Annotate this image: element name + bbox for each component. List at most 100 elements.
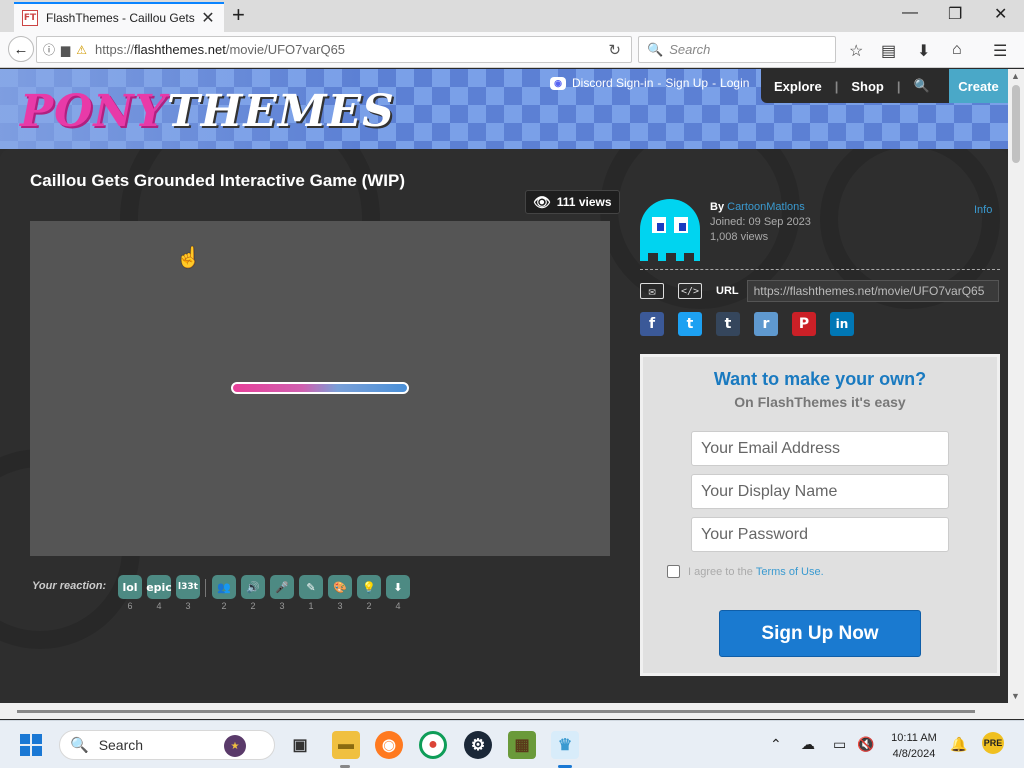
info-link[interactable]: Info — [974, 204, 992, 216]
site-banner: PONYTHEMES ◉ Discord Sign-in - Sign Up -… — [0, 69, 1008, 149]
linkedin-icon[interactable]: in — [830, 312, 854, 336]
reaction-mic[interactable]: 🎤 3 — [270, 575, 294, 611]
menu-shop[interactable]: Shop — [838, 79, 897, 94]
browser-app-icon[interactable]: ♛ — [551, 731, 579, 759]
chrome-icon[interactable]: ● — [419, 731, 447, 759]
create-button[interactable]: Create — [949, 69, 1008, 103]
downloads-icon[interactable]: ⬇ — [917, 41, 930, 61]
reddit-icon[interactable]: r — [754, 312, 778, 336]
home-icon[interactable]: ⌂ — [952, 41, 962, 59]
reaction-epic[interactable]: epic 4 — [146, 575, 172, 611]
menu-explore[interactable]: Explore — [761, 79, 835, 94]
taskbar-clock[interactable]: 10:11 AM 4/8/2024 — [880, 730, 948, 762]
brush-icon[interactable]: ✎ — [299, 575, 323, 599]
site-search-icon[interactable]: 🔍 — [900, 78, 942, 94]
tab-close-icon[interactable]: ✕ — [200, 8, 216, 28]
menu-icon[interactable]: ☰ — [993, 41, 1007, 61]
discord-signin-link[interactable]: Discord Sign-in — [572, 76, 653, 90]
reload-icon[interactable]: ↻ — [608, 41, 621, 59]
browser-tab-active[interactable]: FT FlashThemes - Caillou Gets ✕ — [14, 2, 224, 32]
hscroll-thumb[interactable] — [17, 710, 975, 713]
reaction-l33t-icon[interactable]: l33t — [176, 575, 200, 599]
speaker-icon[interactable]: 🔊 — [241, 575, 265, 599]
dashed-divider — [640, 269, 1000, 270]
scrollbar-thumb[interactable] — [1012, 85, 1020, 163]
reaction-lol[interactable]: lol 6 — [118, 575, 142, 611]
reaction-lol-icon[interactable]: lol — [118, 575, 142, 599]
reaction-count: 4 — [395, 601, 401, 611]
back-button[interactable]: ← — [8, 36, 34, 62]
clock-date: 4/8/2024 — [892, 748, 936, 760]
task-view-icon[interactable]: ▣ — [286, 731, 314, 759]
close-window-button[interactable]: ✕ — [994, 4, 1007, 24]
reaction-palette[interactable]: 🎨 3 — [328, 575, 352, 611]
taskbar-search[interactable]: 🔍 Search ★ — [59, 730, 275, 760]
reaction-count: 6 — [127, 601, 133, 611]
display-name-field[interactable]: Your Display Name — [691, 474, 949, 509]
url-text[interactable]: https://flashthemes.net/movie/UFO7varQ65 — [95, 42, 608, 57]
terms-checkbox[interactable] — [667, 565, 680, 578]
lightbulb-icon[interactable]: 💡 — [357, 575, 381, 599]
minecraft-icon[interactable]: ▦ — [508, 731, 536, 759]
embed-icon[interactable]: </> — [678, 283, 702, 299]
volume-muted-icon[interactable]: 🔇 — [857, 736, 874, 753]
bookmark-star-icon[interactable]: ☆ — [849, 41, 863, 61]
reaction-draw[interactable]: ✎ 1 — [299, 575, 323, 611]
cloud-sync-icon[interactable]: ☁ — [801, 736, 815, 753]
reactions-bar: lol 6 epic 4 l33t 3 👥 2 🔊 2 🎤 3 ✎ 1 🎨 3 💡 2 ⬇ 4 — [118, 575, 415, 611]
terms-link[interactable]: Terms of Use. — [756, 566, 824, 578]
permissions-icon[interactable]: ▆ — [61, 43, 70, 57]
email-icon[interactable]: ✉ — [640, 283, 664, 299]
signup-title: Want to make your own? — [713, 369, 927, 389]
microphone-icon[interactable]: 🎤 — [270, 575, 294, 599]
url-label: URL — [716, 285, 739, 297]
palette-icon[interactable]: 🎨 — [328, 575, 352, 599]
top-menu: Explore | Shop | 🔍 — [761, 69, 949, 103]
firefox-icon[interactable]: ◉ — [375, 731, 403, 759]
facebook-icon[interactable]: f — [640, 312, 664, 336]
chevron-up-icon[interactable]: ⌃ — [770, 736, 782, 753]
people-icon[interactable]: 👥 — [212, 575, 236, 599]
minimize-button[interactable]: — — [902, 4, 918, 22]
user-avatar-icon[interactable]: PRE — [982, 732, 1004, 754]
reaction-idea[interactable]: 💡 2 — [357, 575, 381, 611]
main-content: Caillou Gets Grounded Interactive Game (… — [0, 149, 1008, 703]
movie-player[interactable]: ☝ — [30, 221, 610, 556]
email-field[interactable]: Your Email Address — [691, 431, 949, 466]
pinterest-icon[interactable]: P — [792, 312, 816, 336]
password-field[interactable]: Your Password — [691, 517, 949, 552]
scroll-up-icon[interactable]: ▲ — [1011, 71, 1020, 81]
library-icon[interactable]: ▤ — [881, 41, 896, 61]
browser-tabbar: FT FlashThemes - Caillou Gets ✕ + — ❐ ✕ — [0, 0, 1024, 32]
reaction-epic-icon[interactable]: epic — [146, 575, 172, 599]
download-icon[interactable]: ⬇ — [386, 575, 410, 599]
signup-now-button[interactable]: Sign Up Now — [719, 610, 921, 657]
signup-link[interactable]: Sign Up — [665, 76, 708, 90]
reaction-people[interactable]: 👥 2 — [212, 575, 236, 611]
horizontal-scrollbar[interactable] — [0, 703, 1024, 719]
display-icon[interactable]: ▭ — [833, 736, 846, 753]
reaction-download[interactable]: ⬇ 4 — [386, 575, 410, 611]
author-info: By CartoonMatlons Joined: 09 Sep 2023 1,… — [710, 200, 811, 245]
browser-search-input[interactable]: 🔍 Search — [638, 36, 836, 63]
vertical-scrollbar[interactable]: ▲ ▼ — [1008, 69, 1024, 703]
site-info-icon[interactable]: ⓘ — [43, 41, 55, 58]
login-link[interactable]: Login — [720, 76, 749, 90]
site-logo[interactable]: PONYTHEMES — [20, 87, 395, 137]
url-bar[interactable]: ⓘ ▆ ⚠ https://flashthemes.net/movie/UFO7… — [36, 36, 632, 63]
twitter-icon[interactable]: t — [678, 312, 702, 336]
insecure-lock-icon[interactable]: ⚠ — [76, 43, 87, 57]
maximize-button[interactable]: ❐ — [948, 4, 962, 24]
steam-icon[interactable]: ⚙ — [464, 731, 492, 759]
tumblr-icon[interactable]: t — [716, 312, 740, 336]
notification-bell-icon[interactable]: 🔔 — [950, 736, 967, 753]
reaction-sound[interactable]: 🔊 2 — [241, 575, 265, 611]
windows-start-icon[interactable] — [20, 734, 42, 756]
share-url-input[interactable]: https://flashthemes.net/movie/UFO7varQ65 — [746, 280, 999, 302]
author-avatar[interactable] — [640, 199, 700, 261]
file-explorer-icon[interactable]: ▬ — [332, 731, 360, 759]
reaction-l33t[interactable]: l33t 3 — [176, 575, 200, 611]
author-name-link[interactable]: CartoonMatlons — [727, 201, 805, 213]
new-tab-button[interactable]: + — [232, 4, 245, 26]
scroll-down-icon[interactable]: ▼ — [1011, 691, 1020, 701]
